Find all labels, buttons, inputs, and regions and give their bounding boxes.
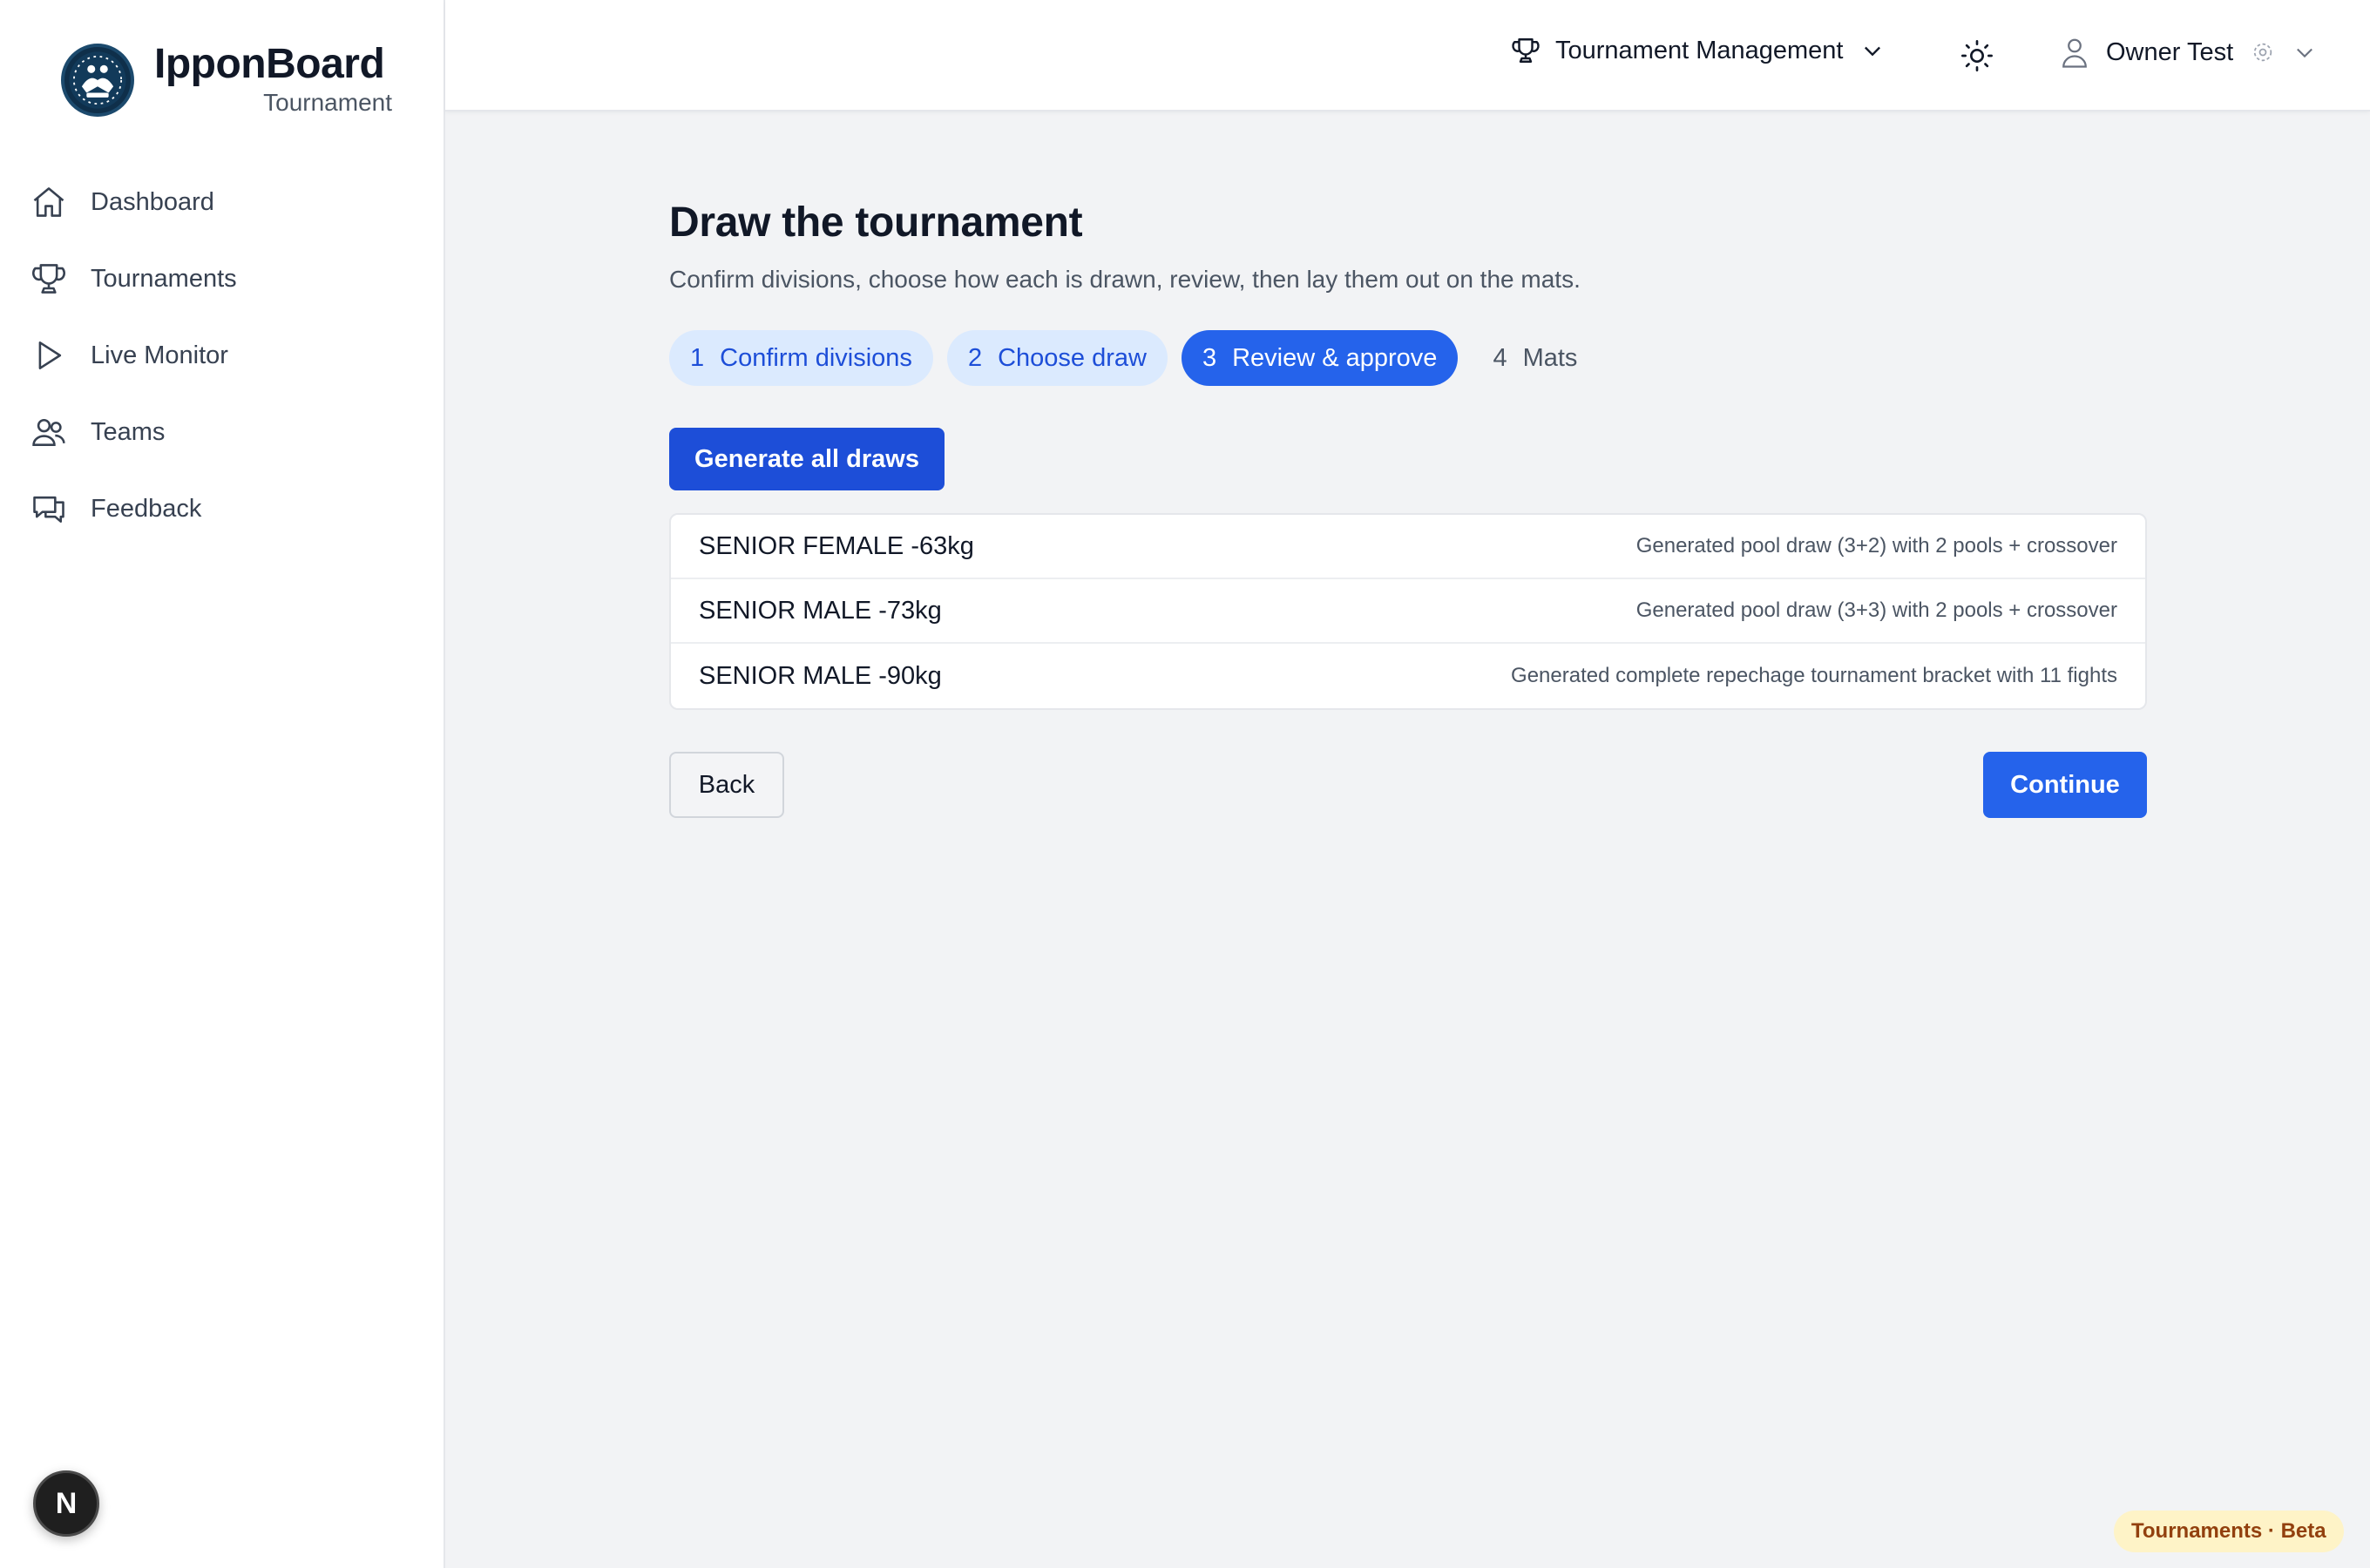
division-name: SENIOR MALE -73kg	[699, 596, 942, 625]
generate-all-draws-button[interactable]: Generate all draws	[669, 428, 945, 490]
sidebar-nav: Dashboard Tournaments Live Monitor Teams…	[0, 164, 445, 547]
page-title: Draw the tournament	[669, 199, 1083, 246]
draw-status: Generated pool draw (3+2) with 2 pools +…	[1635, 534, 2117, 558]
back-button[interactable]: Back	[669, 752, 784, 818]
sidebar-item-label: Feedback	[91, 494, 202, 523]
chevron-down-icon	[2297, 48, 2313, 58]
trophy-icon	[30, 260, 68, 298]
sidebar-item-label: Dashboard	[91, 187, 214, 216]
sidebar-item-live-monitor[interactable]: Live Monitor	[0, 317, 445, 394]
brand-logo-icon	[61, 44, 134, 117]
brand-title: IpponBoard	[154, 41, 385, 87]
chevron-down-icon	[1865, 46, 1881, 57]
draw-status: Generated pool draw (3+3) with 2 pools +…	[1635, 598, 2117, 622]
step-mats[interactable]: 4 Mats	[1472, 330, 1598, 386]
step-number: 2	[967, 343, 983, 372]
division-name: SENIOR FEMALE -63kg	[699, 531, 974, 560]
chat-icon	[30, 490, 68, 528]
home-icon	[30, 183, 68, 221]
sidebar-item-dashboard[interactable]: Dashboard	[0, 164, 445, 240]
trophy-icon	[1512, 38, 1540, 63]
dev-tools-badge[interactable]: N	[33, 1470, 99, 1537]
step-confirm-divisions[interactable]: 1 Confirm divisions	[669, 330, 933, 386]
play-icon	[30, 336, 68, 375]
user-name: Owner Test	[2106, 37, 2234, 66]
step-number: 4	[1493, 343, 1507, 372]
sidebar-item-label: Tournaments	[91, 264, 237, 293]
brand[interactable]: IpponBoard Tournament	[61, 40, 392, 124]
gear-icon	[2253, 43, 2272, 62]
step-review-approve[interactable]: 3 Review & approve	[1181, 330, 1459, 386]
step-choose-draw[interactable]: 2 Choose draw	[946, 330, 1168, 386]
division-name: SENIOR MALE -90kg	[699, 661, 942, 690]
draw-status: Generated complete repechage tournament …	[1511, 664, 2117, 687]
list-item[interactable]: SENIOR FEMALE -63kg Generated pool draw …	[671, 515, 2145, 579]
sidebar-item-label: Teams	[91, 417, 166, 446]
page-subtitle: Confirm divisions, choose how each is dr…	[669, 266, 1581, 293]
sidebar-item-label: Live Monitor	[91, 341, 228, 369]
step-number: 1	[690, 343, 705, 372]
user-icon	[2062, 38, 2087, 68]
brand-subtitle: Tournament	[263, 89, 392, 116]
sidebar-item-feedback[interactable]: Feedback	[0, 470, 445, 547]
user-menu[interactable]: Owner Test	[2059, 35, 2317, 70]
list-item[interactable]: SENIOR MALE -90kg Generated complete rep…	[671, 644, 2145, 708]
step-label: Choose draw	[998, 343, 1147, 372]
step-number: 3	[1202, 343, 1217, 372]
sidebar: IpponBoard Tournament Dashboard Tourname…	[0, 0, 445, 1568]
sidebar-item-teams[interactable]: Teams	[0, 394, 445, 470]
sidebar-item-tournaments[interactable]: Tournaments	[0, 240, 445, 317]
wizard-actions: Back Continue	[669, 752, 2147, 818]
theme-toggle-sun-icon[interactable]	[1960, 38, 1994, 73]
tournament-management-label: Tournament Management	[1555, 36, 1844, 64]
step-label: Mats	[1522, 343, 1578, 372]
top-header: Tournament Management Owner Test	[445, 0, 2370, 112]
wizard-steps: 1 Confirm divisions 2 Choose draw 3 Revi…	[669, 330, 2147, 386]
step-label: Confirm divisions	[720, 343, 912, 372]
users-icon	[30, 413, 68, 451]
draw-list: SENIOR FEMALE -63kg Generated pool draw …	[669, 513, 2147, 710]
step-label: Review & approve	[1232, 343, 1438, 372]
tournament-management-menu[interactable]: Tournament Management	[1510, 35, 1885, 66]
continue-button[interactable]: Continue	[1983, 752, 2147, 818]
list-item[interactable]: SENIOR MALE -73kg Generated pool draw (3…	[671, 579, 2145, 644]
beta-badge: Tournaments · Beta	[2114, 1511, 2344, 1552]
main-content: Draw the tournament Confirm divisions, c…	[669, 199, 2147, 818]
